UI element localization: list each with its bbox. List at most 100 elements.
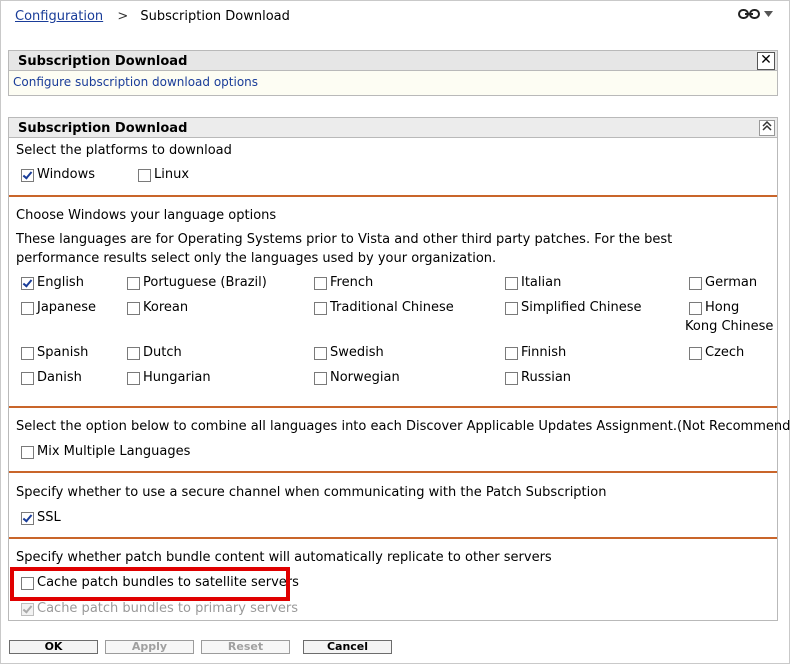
language-checkbox-dutch[interactable]: Dutch	[127, 345, 182, 360]
language-label: Danish	[37, 370, 82, 385]
help-panel-header: Subscription Download ✕	[8, 50, 778, 71]
section-divider	[9, 537, 777, 539]
checkbox-unchecked[interactable]	[505, 302, 518, 315]
language-label: Korean	[143, 300, 189, 315]
language-checkbox-simplified-chinese[interactable]: Simplified Chinese	[505, 300, 642, 315]
language-label: English	[37, 275, 84, 290]
language-checkbox-german[interactable]: German	[689, 275, 757, 290]
linux-label: Linux	[154, 167, 190, 182]
windows-label: Windows	[37, 167, 96, 182]
hong-kong-label-line2: Kong Chinese	[685, 319, 774, 334]
ssl-checkbox[interactable]: SSL	[21, 510, 61, 525]
cache-satellite-checkbox[interactable]: Cache patch bundles to satellite servers	[21, 575, 299, 590]
language-checkbox-traditional-chinese[interactable]: Traditional Chinese	[314, 300, 454, 315]
checkbox-unchecked[interactable]	[314, 372, 327, 385]
link-icon	[738, 9, 760, 19]
cache-primary-label: Cache patch bundles to primary servers	[37, 601, 299, 616]
language-checkbox-norwegian[interactable]: Norwegian	[314, 370, 400, 385]
help-panel-description: Configure subscription download options	[8, 71, 778, 96]
checkbox-unchecked[interactable]	[21, 372, 34, 385]
language-label: Spanish	[37, 345, 89, 360]
language-checkbox-finnish[interactable]: Finnish	[505, 345, 566, 360]
language-label: Italian	[521, 275, 562, 290]
reset-button[interactable]: Reset	[201, 640, 290, 654]
language-label: Czech	[705, 345, 745, 360]
language-checkbox-korean[interactable]: Korean	[127, 300, 188, 315]
dropdown-arrow-icon	[764, 11, 773, 17]
mix-languages-checkbox[interactable]: Mix Multiple Languages	[21, 444, 190, 459]
checkbox-unchecked[interactable]	[505, 277, 518, 290]
breadcrumb-configuration-link[interactable]: Configuration	[15, 9, 103, 24]
checkbox-unchecked[interactable]	[314, 277, 327, 290]
checkbox-unchecked[interactable]	[21, 347, 34, 360]
language-label: Simplified Chinese	[521, 300, 642, 315]
language-label: Russian	[521, 370, 572, 385]
link-menu[interactable]	[738, 8, 773, 20]
language-checkbox-hong-kong-chinese[interactable]: Hong	[689, 300, 739, 315]
platforms-prompt: Select the platforms to download	[16, 143, 232, 158]
cache-satellite-label: Cache patch bundles to satellite servers	[37, 575, 299, 590]
checkbox-unchecked[interactable]	[689, 347, 702, 360]
checkbox-checked[interactable]	[21, 512, 34, 525]
section-divider	[9, 471, 777, 473]
checkbox-unchecked[interactable]	[127, 302, 140, 315]
mix-prompt: Select the option below to combine all l…	[16, 419, 790, 434]
language-checkbox-english[interactable]: English	[21, 275, 84, 290]
checkbox-unchecked[interactable]	[127, 372, 140, 385]
breadcrumb-separator: >	[117, 9, 129, 24]
language-checkbox-french[interactable]: French	[314, 275, 373, 290]
checkbox-unchecked[interactable]	[689, 302, 702, 315]
language-label: Swedish	[330, 345, 384, 360]
language-checkbox-hungarian[interactable]: Hungarian	[127, 370, 211, 385]
language-label: Hungarian	[143, 370, 211, 385]
language-checkbox-russian[interactable]: Russian	[505, 370, 571, 385]
checkbox-unchecked[interactable]	[127, 277, 140, 290]
checkbox-unchecked[interactable]	[505, 347, 518, 360]
checkbox-checked[interactable]	[21, 169, 34, 182]
languages-note-line1: These languages are for Operating System…	[16, 232, 673, 247]
language-checkbox-czech[interactable]: Czech	[689, 345, 744, 360]
checkbox-unchecked[interactable]	[21, 446, 34, 459]
language-label: Japanese	[37, 300, 97, 315]
language-label: Dutch	[143, 345, 182, 360]
language-label: Portuguese (Brazil)	[143, 275, 267, 290]
section-header: Subscription Download	[8, 117, 778, 138]
checkbox-unchecked[interactable]	[314, 302, 327, 315]
replicate-prompt: Specify whether patch bundle content wil…	[16, 550, 552, 565]
language-label: Norwegian	[330, 370, 400, 385]
language-checkbox-swedish[interactable]: Swedish	[314, 345, 384, 360]
section-title: Subscription Download	[18, 121, 188, 136]
apply-button[interactable]: Apply	[105, 640, 194, 654]
checkbox-unchecked[interactable]	[138, 169, 151, 182]
cache-primary-checkbox: Cache patch bundles to primary servers	[21, 601, 298, 616]
linux-checkbox[interactable]: Linux	[138, 167, 189, 182]
double-chevron-up-icon	[762, 120, 772, 131]
section-body: Select the platforms to download Windows…	[8, 137, 790, 621]
collapse-icon[interactable]	[759, 120, 775, 136]
close-icon[interactable]: ✕	[757, 52, 775, 70]
language-checkbox-spanish[interactable]: Spanish	[21, 345, 88, 360]
windows-checkbox[interactable]: Windows	[21, 167, 95, 182]
checkbox-unchecked[interactable]	[21, 577, 34, 590]
checkbox-checked[interactable]	[21, 277, 34, 290]
section-divider	[9, 195, 777, 197]
help-panel-title: Subscription Download	[18, 54, 188, 69]
ok-button[interactable]: OK	[9, 640, 98, 654]
language-checkbox-portuguese[interactable]: Portuguese (Brazil)	[127, 275, 267, 290]
cancel-button[interactable]: Cancel	[303, 640, 392, 654]
mix-languages-label: Mix Multiple Languages	[37, 444, 191, 459]
breadcrumb-current: Subscription Download	[140, 9, 290, 24]
language-checkbox-danish[interactable]: Danish	[21, 370, 82, 385]
checkbox-unchecked[interactable]	[689, 277, 702, 290]
section-divider	[9, 406, 777, 408]
checkbox-unchecked[interactable]	[127, 347, 140, 360]
ssl-label: SSL	[37, 510, 61, 525]
checkbox-unchecked[interactable]	[314, 347, 327, 360]
languages-prompt: Choose Windows your language options	[16, 208, 277, 223]
language-checkbox-italian[interactable]: Italian	[505, 275, 561, 290]
language-checkbox-japanese[interactable]: Japanese	[21, 300, 96, 315]
checkbox-unchecked[interactable]	[21, 302, 34, 315]
ssl-prompt: Specify whether to use a secure channel …	[16, 485, 607, 500]
checkbox-unchecked[interactable]	[505, 372, 518, 385]
language-label: Traditional Chinese	[330, 300, 454, 315]
